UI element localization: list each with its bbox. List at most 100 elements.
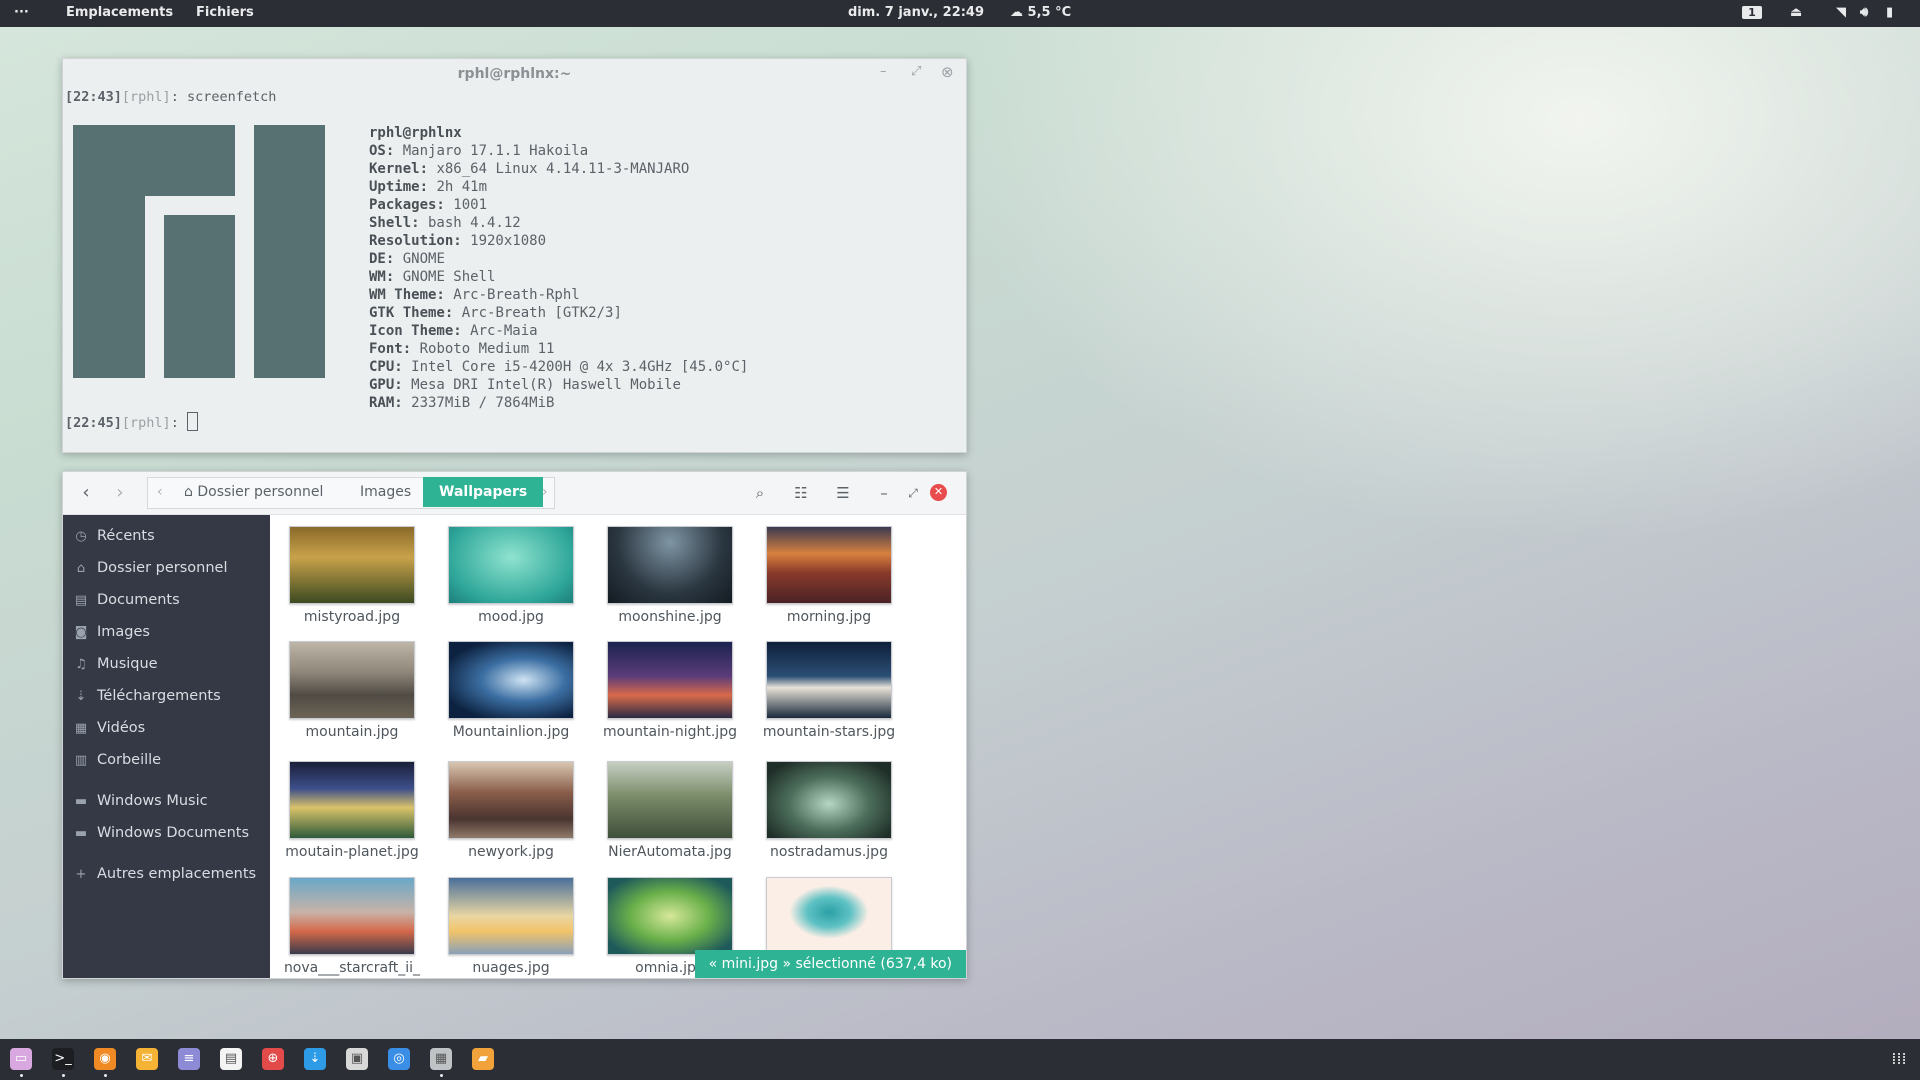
files-app-menu[interactable]: Fichiers: [196, 0, 254, 27]
sidebar-item[interactable]: ▬ Windows Music: [73, 788, 208, 814]
sysinfo-line: GTK Theme: Arc-Breath [GTK2/3]: [369, 305, 622, 321]
file-name: mountain.jpg: [305, 724, 399, 740]
calculator-icon[interactable]: ▦: [430, 1048, 452, 1070]
file-item[interactable]: Mountainlion.jpg: [431, 641, 591, 740]
help-icon[interactable]: ⊕: [262, 1048, 284, 1070]
close-icon[interactable]: ✕: [930, 484, 947, 501]
sysinfo-key: WM Theme:: [369, 287, 445, 303]
plus-icon: +: [75, 867, 87, 882]
back-icon[interactable]: ‹: [73, 480, 99, 506]
sysinfo-line: Uptime: 2h 41m: [369, 179, 487, 195]
eject-icon[interactable]: ⏏: [1790, 0, 1802, 27]
firefox-icon[interactable]: ◉: [94, 1048, 116, 1070]
sidebar-item[interactable]: ▦ Vidéos: [73, 715, 145, 741]
folder-icon: ▬: [74, 826, 88, 841]
workspace-indicator[interactable]: 1: [1742, 0, 1762, 27]
file-item[interactable]: mountain-night.jpg: [590, 641, 750, 740]
weather-indicator[interactable]: ☁ 5,5 °C: [1010, 0, 1071, 27]
file-item[interactable]: newyork.jpg: [431, 761, 591, 860]
sysinfo-value: Roboto Medium 11: [411, 341, 555, 357]
file-name: mountain-stars.jpg: [762, 724, 896, 740]
path-right-arrow[interactable]: ›: [542, 477, 548, 507]
crumb-wallpapers[interactable]: Wallpapers: [423, 477, 544, 507]
notes-icon[interactable]: ≡: [178, 1048, 200, 1070]
sidebar-item[interactable]: ⌂ Dossier personnel: [73, 555, 228, 581]
mail-icon[interactable]: ✉: [136, 1048, 158, 1070]
file-name: moonshine.jpg: [618, 609, 722, 625]
prompt-line-2[interactable]: [22:45][rphl]:: [65, 412, 198, 431]
files-icon[interactable]: ▭: [10, 1048, 32, 1070]
file-thumbnail: [289, 641, 415, 719]
file-item[interactable]: nostradamus.jpg: [749, 761, 909, 860]
sidebar-item[interactable]: ⇣ Téléchargements: [73, 683, 221, 709]
file-item[interactable]: nova___starcraft_ii_: [272, 877, 432, 976]
sysinfo-line: Font: Roboto Medium 11: [369, 341, 554, 357]
prompt-line-1: [22:43][rphl]: screenfetch: [65, 89, 276, 105]
sysinfo-value: bash 4.4.12: [419, 215, 521, 231]
file-thumbnail: [289, 761, 415, 839]
sysinfo-value: x86_64 Linux 4.14.11-3-MANJARO: [428, 161, 690, 177]
app-grid-icon[interactable]: ⁞⁞⁞: [1888, 1048, 1910, 1070]
sysinfo-key: CPU:: [369, 359, 403, 375]
close-icon[interactable]: ⊗: [941, 63, 954, 81]
download-manager-icon[interactable]: ⇣: [304, 1048, 326, 1070]
file-thumbnail: [766, 877, 892, 955]
file-item[interactable]: moutain-planet.jpg: [272, 761, 432, 860]
file-thumbnail: [448, 641, 574, 719]
sidebar-item-label: Windows Documents: [97, 825, 250, 841]
sidebar-item[interactable]: ▬ Windows Documents: [73, 820, 249, 846]
forward-icon[interactable]: ›: [107, 480, 133, 506]
sysinfo-line: RAM: 2337MiB / 7864MiB: [369, 395, 554, 411]
sysinfo-key: RAM:: [369, 395, 403, 411]
image-viewer-icon[interactable]: ▰: [472, 1048, 494, 1070]
file-item[interactable]: moonshine.jpg: [590, 526, 750, 625]
screenshot-icon[interactable]: ▣: [346, 1048, 368, 1070]
file-item[interactable]: mistyroad.jpg: [272, 526, 432, 625]
file-item[interactable]: mountain-stars.jpg: [749, 641, 909, 740]
maximize-icon[interactable]: ⤢: [911, 64, 921, 79]
sysinfo-key: Kernel:: [369, 161, 429, 177]
path-left-arrow[interactable]: ‹: [157, 477, 163, 507]
file-name: Mountainlion.jpg: [452, 724, 570, 740]
file-item[interactable]: morning.jpg: [749, 526, 909, 625]
clock[interactable]: dim. 7 janv., 22:49: [848, 0, 984, 27]
view-options-icon[interactable]: ☷: [788, 480, 814, 506]
minimize-icon[interactable]: –: [880, 64, 887, 79]
sidebar-item[interactable]: ◷ Récents: [73, 523, 154, 549]
battery-icon[interactable]: ▮: [1886, 0, 1893, 27]
volume-icon[interactable]: 🔊︎: [1860, 0, 1868, 27]
sidebar-item[interactable]: ◙ Images: [73, 619, 150, 645]
activities-dots[interactable]: ···: [14, 0, 29, 27]
places-menu[interactable]: Emplacements: [66, 0, 173, 27]
maximize-icon[interactable]: ⤢: [900, 480, 926, 506]
file-thumbnail: [607, 641, 733, 719]
minimize-icon[interactable]: –: [871, 480, 897, 506]
file-name: nova___starcraft_ii_: [283, 960, 421, 976]
text-editor-icon[interactable]: ▤: [220, 1048, 242, 1070]
sidebar-item[interactable]: ▤ Documents: [73, 587, 180, 613]
file-item[interactable]: NierAutomata.jpg: [590, 761, 750, 860]
file-thumbnail: [766, 761, 892, 839]
sysinfo-key: WM:: [369, 269, 395, 285]
search-icon[interactable]: ⌕: [747, 480, 773, 506]
wifi-icon[interactable]: ◥: [1836, 0, 1846, 27]
file-thumbnail: [607, 761, 733, 839]
camera-app-icon[interactable]: ◎: [388, 1048, 410, 1070]
file-item[interactable]: mood.jpg: [431, 526, 591, 625]
prompt-user: [rphl]: [121, 89, 171, 105]
file-item[interactable]: mountain.jpg: [272, 641, 432, 740]
sidebar-item[interactable]: + Autres emplacements: [73, 861, 257, 887]
file-item[interactable]: nuages.jpg: [431, 877, 591, 976]
file-thumbnail: [448, 761, 574, 839]
file-name: mistyroad.jpg: [303, 609, 401, 625]
sidebar-item-label: Téléchargements: [97, 688, 221, 704]
crumb-images[interactable]: Images: [360, 477, 411, 507]
document-icon: ▤: [74, 593, 88, 608]
terminal-icon[interactable]: >_: [52, 1048, 74, 1070]
crumb-home[interactable]: ⌂ Dossier personnel: [184, 477, 323, 507]
sidebar-item[interactable]: ♫ Musique: [73, 651, 157, 677]
sidebar-item[interactable]: ▥ Corbeille: [73, 747, 161, 773]
sidebar-item-label: Dossier personnel: [97, 560, 228, 576]
sysinfo-key: Resolution:: [369, 233, 462, 249]
menu-icon[interactable]: ☰: [830, 480, 856, 506]
